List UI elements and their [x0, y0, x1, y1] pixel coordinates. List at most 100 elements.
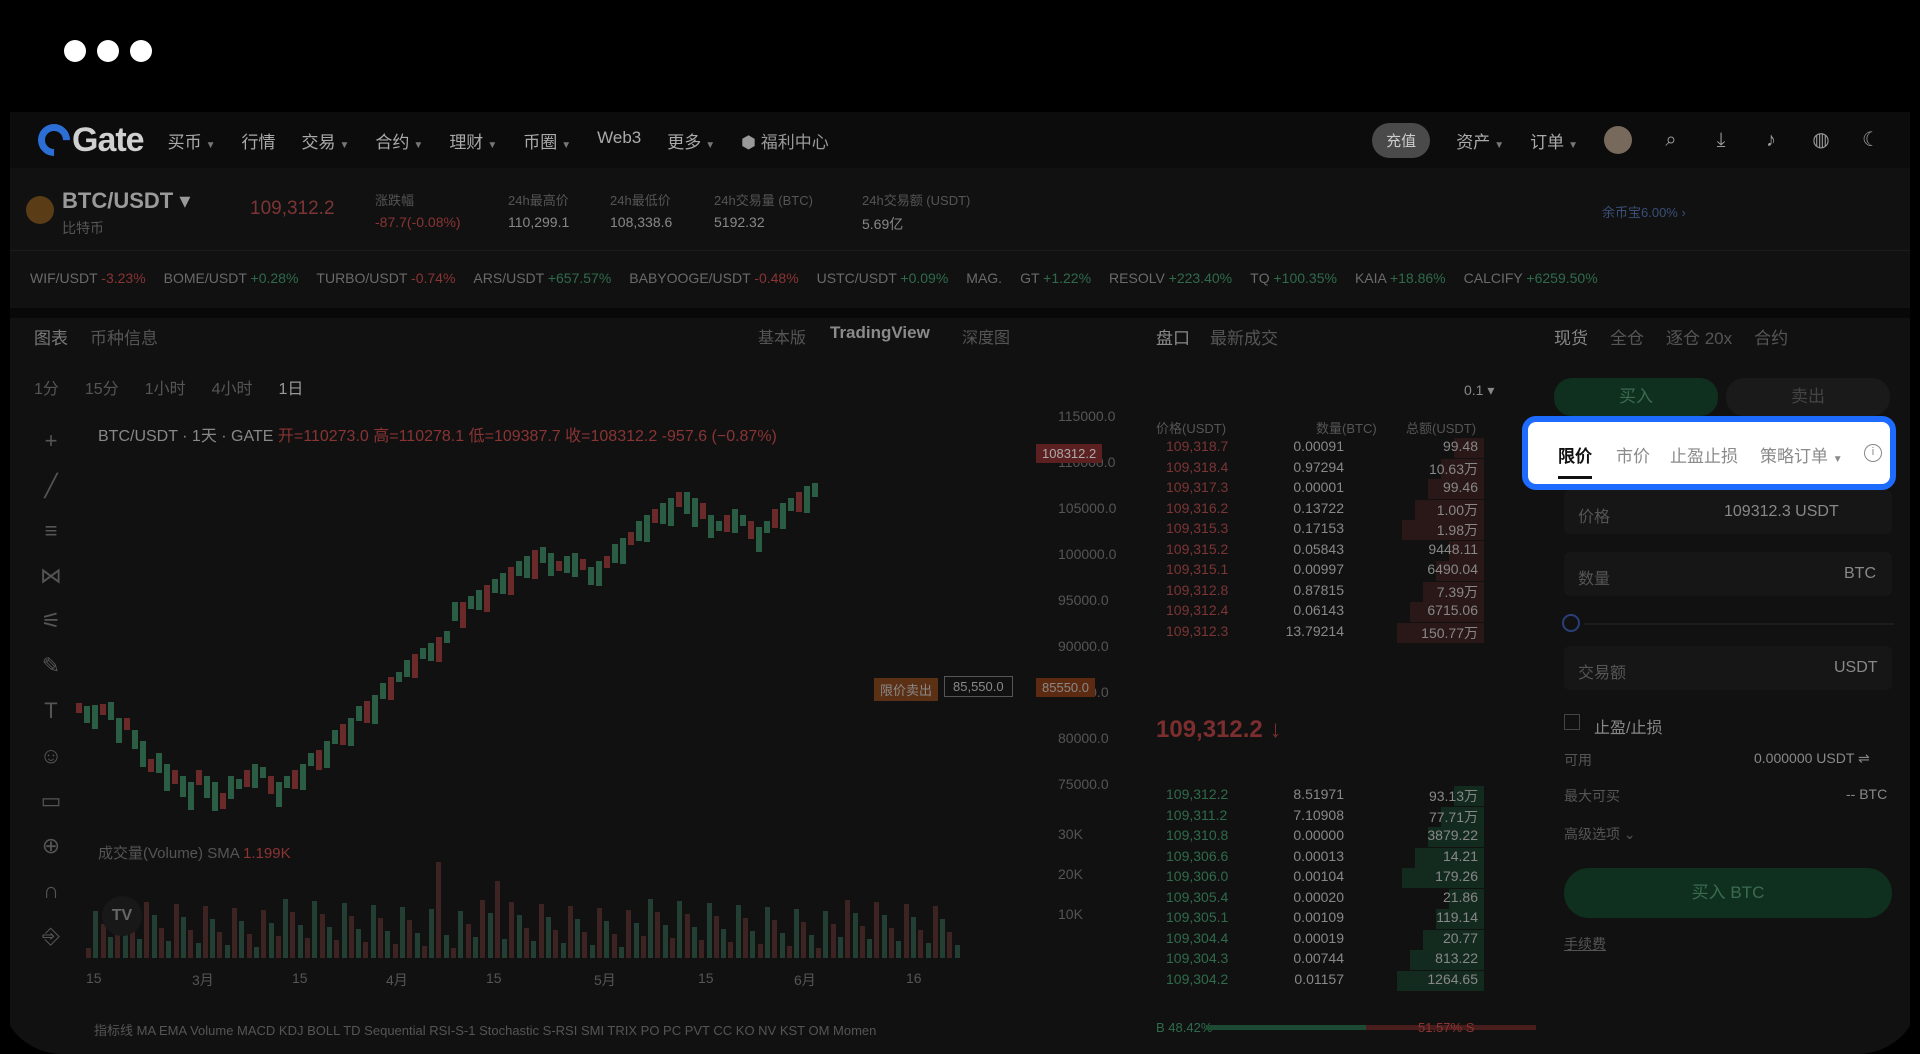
bell-icon[interactable]: ♪ [1760, 129, 1782, 151]
view-depth[interactable]: 深度图 [962, 324, 1010, 348]
submit-buy-button[interactable]: 买入 BTC [1564, 868, 1892, 918]
nav-item[interactable]: 理财 ▼ [449, 128, 497, 153]
trend-line-icon[interactable]: ╱ [36, 463, 66, 508]
nav-item[interactable]: 合约 ▼ [375, 128, 423, 153]
volume-bar [378, 918, 383, 958]
ob-price: 109,312.8 [1166, 581, 1229, 598]
interval-option[interactable]: 1小时 [145, 375, 186, 399]
marquee-item[interactable]: ARS/USDT +657.57% [473, 270, 611, 286]
crosshair-icon[interactable]: + [36, 418, 66, 463]
precision-select[interactable]: 0.1 ▾ [1464, 382, 1494, 399]
ask-row[interactable]: 109,312.3 13.79214 150.77万 [1166, 621, 1484, 645]
nav-promo[interactable]: ⬢ 福利中心 [741, 128, 829, 153]
marquee-item[interactable]: BABYOOGE/USDT -0.48% [629, 270, 798, 286]
marquee-item[interactable]: MAG. [966, 270, 1002, 286]
lock-icon[interactable]: ⎆ [36, 913, 66, 958]
marquee-item[interactable]: CALCIFY +6259.50% [1464, 270, 1598, 286]
download-icon[interactable]: ⤓ [1710, 129, 1732, 151]
promo-link[interactable]: 余币宝6.00% › [1602, 202, 1686, 221]
interval-option[interactable]: 1分 [34, 375, 59, 399]
nav-item[interactable]: 币圈 ▼ [523, 128, 571, 153]
text-icon[interactable]: T [36, 688, 66, 733]
indicator-bar[interactable]: 指标线 MA EMA Volume MACD KDJ BOLL TD Seque… [94, 1020, 876, 1039]
volume-bar [232, 908, 237, 958]
gate-logo[interactable]: Gate [31, 117, 145, 163]
ruler-icon[interactable]: ▭ [36, 778, 66, 823]
nav-item[interactable]: Web3 [597, 128, 641, 153]
nav-item[interactable]: 更多 ▼ [667, 128, 715, 153]
tab-tpsl[interactable]: 止盈止损 [1670, 442, 1738, 467]
nav-item[interactable]: 交易 ▼ [302, 128, 350, 153]
candle [260, 767, 266, 779]
marquee-item[interactable]: TQ +100.35% [1250, 270, 1337, 286]
tab-coin-info[interactable]: 币种信息 [90, 324, 158, 349]
candle [604, 555, 610, 568]
view-basic[interactable]: 基本版 [758, 324, 806, 348]
ob-total: 7.39万 [1436, 583, 1478, 600]
trade-tab[interactable]: 全仓 [1610, 324, 1644, 349]
marquee-item[interactable]: GT +1.22% [1020, 270, 1091, 286]
interval-option[interactable]: 1日 [279, 375, 304, 399]
tpsl-checkbox[interactable] [1564, 714, 1580, 730]
high-value: 110,299.1 [508, 214, 570, 230]
advanced-options[interactable]: 高级选项 ⌄ [1564, 824, 1636, 844]
ob-qty: 0.06143 [1293, 602, 1344, 618]
fib-icon[interactable]: ≡ [36, 508, 66, 553]
volume-bar [297, 925, 303, 958]
tab-limit[interactable]: 限价 [1558, 442, 1592, 479]
ob-total: 1.98万 [1436, 522, 1478, 538]
emoji-icon[interactable]: ☺ [36, 733, 66, 778]
volume-bar [458, 911, 464, 958]
nav-assets[interactable]: 资产 ▼ [1456, 128, 1504, 153]
tab-trades[interactable]: 最新成交 [1210, 324, 1278, 349]
volume-bar [107, 937, 113, 958]
trade-tab[interactable]: 现货 [1554, 324, 1588, 349]
slider-handle[interactable] [1562, 614, 1580, 632]
avatar[interactable] [1604, 126, 1632, 154]
marquee-item[interactable]: TURBO/USDT -0.74% [316, 270, 455, 286]
nav-item[interactable]: 买币 ▼ [168, 128, 216, 153]
nav-item[interactable]: 行情 [242, 128, 276, 153]
marquee-item[interactable]: KAIA +18.86% [1355, 270, 1446, 286]
bid-row[interactable]: 109,304.2 0.01157 1264.65 [1166, 969, 1484, 993]
trade-tab[interactable]: 逐仓 20x [1666, 324, 1732, 349]
marquee-symbol: BOME/USDT [163, 270, 247, 286]
tab-strategy[interactable]: 策略订单 ▼ [1760, 442, 1843, 467]
marquee-item[interactable]: RESOLV +223.40% [1109, 270, 1232, 286]
moon-icon[interactable]: ☾ [1860, 129, 1882, 151]
globe-icon[interactable]: ◍ [1810, 129, 1832, 151]
interval-option[interactable]: 4小时 [212, 375, 253, 399]
pair-title[interactable]: BTC/USDT ▾ [62, 188, 190, 214]
window-dot [97, 40, 119, 62]
search-icon[interactable]: ⌕ [1660, 129, 1682, 151]
amount-field[interactable] [1564, 552, 1892, 596]
volume-bar [217, 932, 223, 958]
measure-icon[interactable]: ⚟ [36, 598, 66, 643]
time-tick: 15 [86, 970, 102, 986]
zoom-icon[interactable]: ⊕ [36, 823, 66, 868]
nav-orders[interactable]: 订单 ▼ [1530, 128, 1578, 153]
slider-track[interactable] [1584, 623, 1894, 625]
fee-link[interactable]: 手续费 [1564, 934, 1606, 954]
trade-tab[interactable]: 合约 [1754, 324, 1788, 349]
volume-bar [516, 915, 522, 958]
pattern-icon[interactable]: ⋈ [36, 553, 66, 598]
brush-icon[interactable]: ✎ [36, 643, 66, 688]
ob-total: 93.13万 [1428, 788, 1478, 804]
tab-market[interactable]: 市价 [1616, 442, 1650, 467]
magnet-icon[interactable]: ∩ [36, 868, 66, 913]
volume-bar [553, 930, 559, 958]
info-icon[interactable]: i [1864, 444, 1882, 462]
sell-tab[interactable]: 卖出 [1726, 378, 1890, 416]
marquee-item[interactable]: WIF/USDT -3.23% [30, 270, 146, 286]
marquee-item[interactable]: BOME/USDT +0.28% [164, 270, 299, 286]
candle [508, 567, 514, 596]
marquee-item[interactable]: USTC/USDT +0.09% [817, 270, 949, 286]
deposit-button[interactable]: 充值 [1372, 122, 1431, 158]
view-tradingview[interactable]: TradingView [830, 323, 930, 343]
buy-tab[interactable]: 买入 [1554, 378, 1718, 416]
volume-bar [743, 918, 748, 958]
interval-option[interactable]: 15分 [85, 375, 119, 399]
tab-chart[interactable]: 图表 [34, 324, 68, 349]
tab-orderbook[interactable]: 盘口 [1156, 324, 1190, 349]
